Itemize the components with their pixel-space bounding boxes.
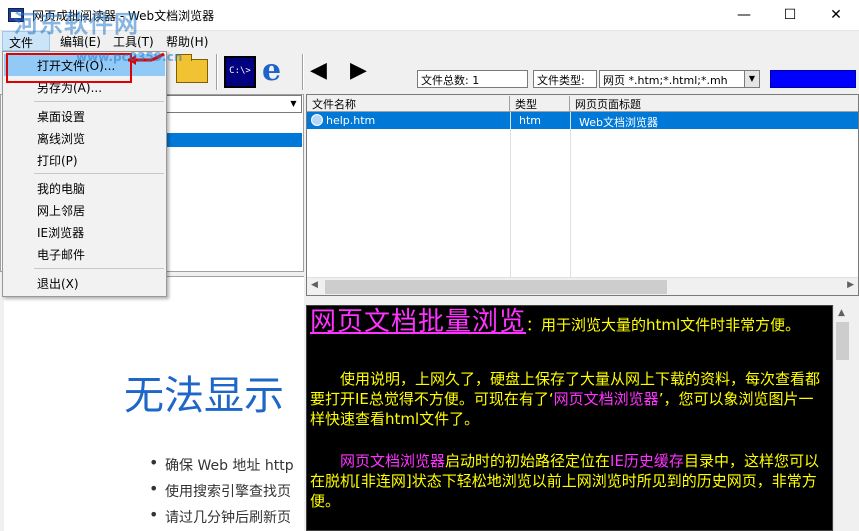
maximize-button[interactable]: ☐ (767, 0, 813, 31)
command-prompt-icon[interactable]: C:\> (224, 56, 256, 88)
toolbar-separator (216, 54, 218, 90)
menu-item-ie-browser[interactable]: IE浏览器 (4, 221, 165, 243)
info-intro: 网页文档批量浏览：用于浏览大量的html文件时非常方便。 (310, 309, 828, 335)
toolbar: C:\> e ◀ ▶ 文件总数: 1 文件类型: 网页 *.htm;*.html… (166, 52, 859, 94)
menu-help[interactable]: 帮助(H) (166, 33, 208, 50)
info-title: 网页文档批量浏览 (310, 307, 527, 337)
menu-item-network[interactable]: 网上邻居 (4, 199, 165, 221)
chevron-down-icon[interactable]: ▼ (286, 96, 301, 112)
info-highlight: 网页文档浏览器 (553, 390, 659, 408)
column-divider (570, 112, 571, 278)
file-count-field: 文件总数: 1 (417, 70, 528, 88)
info-text: 启动时的初始路径定位在 (445, 452, 611, 470)
info-pane: 网页文档批量浏览：用于浏览大量的html文件时非常方便。 使用说明，上网久了，硬… (306, 305, 833, 531)
file-list[interactable]: 文件名称 类型 网页页面标题 help.htm htm Web文档浏览器 ◀ ▶ (306, 94, 859, 296)
html-file-icon (311, 114, 323, 126)
menu-item-my-computer[interactable]: 我的电脑 (4, 177, 165, 199)
error-suggestion: 确保 Web 地址 http (149, 453, 294, 481)
info-highlight: IE历史缓存 (610, 452, 684, 470)
window-edge (850, 296, 859, 531)
column-header-type[interactable]: 类型 (510, 96, 570, 111)
menu-item-offline-browse[interactable]: 离线浏览 (4, 127, 165, 149)
minimize-button[interactable]: — (721, 0, 767, 31)
file-title-cell: Web文档浏览器 (579, 116, 658, 129)
file-list-header: 文件名称 类型 网页页面标题 (307, 95, 858, 112)
menu-separator (34, 101, 164, 102)
file-menu-dropdown: 打开文件(O)... 另存为(A)... 桌面设置 离线浏览 打印(P) 我的电… (2, 51, 167, 297)
menu-item-email[interactable]: 电子邮件 (4, 243, 165, 265)
file-name-cell: help.htm (307, 114, 375, 127)
column-header-name[interactable]: 文件名称 (307, 96, 510, 111)
error-suggestion-list: 确保 Web 地址 http 使用搜索引擎查找页 请过几分钟后刷新页 (149, 453, 294, 531)
scroll-left-icon[interactable]: ◀ (311, 280, 318, 290)
info-paragraph-2: 网页文档浏览器启动时的初始路径定位在IE历史缓存目录中，这样您可以在脱机[非连网… (310, 451, 828, 511)
tree-selected-item[interactable] (166, 133, 302, 147)
vertical-scrollbar[interactable]: ▲ (833, 305, 850, 531)
forward-arrow-icon[interactable]: ▶ (350, 60, 376, 84)
column-divider (510, 112, 511, 278)
chevron-down-icon[interactable]: ▼ (744, 71, 759, 87)
ie-browser-icon[interactable]: e (262, 56, 294, 88)
toolbar-separator (302, 54, 304, 90)
menu-separator (34, 268, 164, 269)
file-type-value: 网页 *.htm;*.html;*.mh (603, 74, 728, 87)
browser-preview-pane: 无法显示 确保 Web 地址 http 使用搜索引擎查找页 请过几分钟后刷新页 (4, 276, 304, 531)
watermark-url: www.pc0359.cn (76, 50, 183, 64)
menu-separator (34, 173, 164, 174)
watermark-logo: 河东软件网 (14, 10, 139, 38)
file-type-select[interactable]: 网页 *.htm;*.html;*.mh ▼ (599, 70, 760, 88)
file-list-row[interactable]: help.htm htm Web文档浏览器 (307, 112, 858, 129)
menu-item-print[interactable]: 打印(P) (4, 149, 165, 171)
menu-item-desktop-settings[interactable]: 桌面设置 (4, 105, 165, 127)
scrollbar-thumb[interactable] (836, 322, 849, 360)
back-arrow-icon[interactable]: ◀ (310, 60, 336, 84)
error-heading: 无法显示 (124, 373, 284, 419)
drive-select[interactable]: ▼ (166, 95, 302, 113)
column-header-title[interactable]: 网页页面标题 (570, 96, 858, 111)
error-suggestion: 使用搜索引擎查找页 (149, 479, 294, 507)
horizontal-scrollbar[interactable]: ◀ ▶ (307, 277, 858, 295)
progress-bar (770, 70, 856, 88)
scroll-up-icon[interactable]: ▲ (838, 308, 845, 318)
menu-item-exit[interactable]: 退出(X) (4, 272, 165, 294)
close-button[interactable]: ✕ (813, 0, 859, 31)
scroll-right-icon[interactable]: ▶ (847, 280, 854, 290)
file-type-label: 文件类型: (533, 70, 597, 88)
error-suggestion: 请过几分钟后刷新页 (149, 505, 294, 531)
info-intro-text: ：用于浏览大量的html文件时非常方便。 (526, 316, 801, 334)
info-highlight: 网页文档浏览器 (340, 452, 446, 470)
file-type-cell: htm (519, 114, 541, 127)
file-name: help.htm (326, 114, 376, 127)
scrollbar-thumb[interactable] (325, 280, 667, 294)
info-paragraph-1: 使用说明，上网久了，硬盘上保存了大量从网上下载的资料，每次查看都要打开IE总觉得… (310, 369, 828, 429)
